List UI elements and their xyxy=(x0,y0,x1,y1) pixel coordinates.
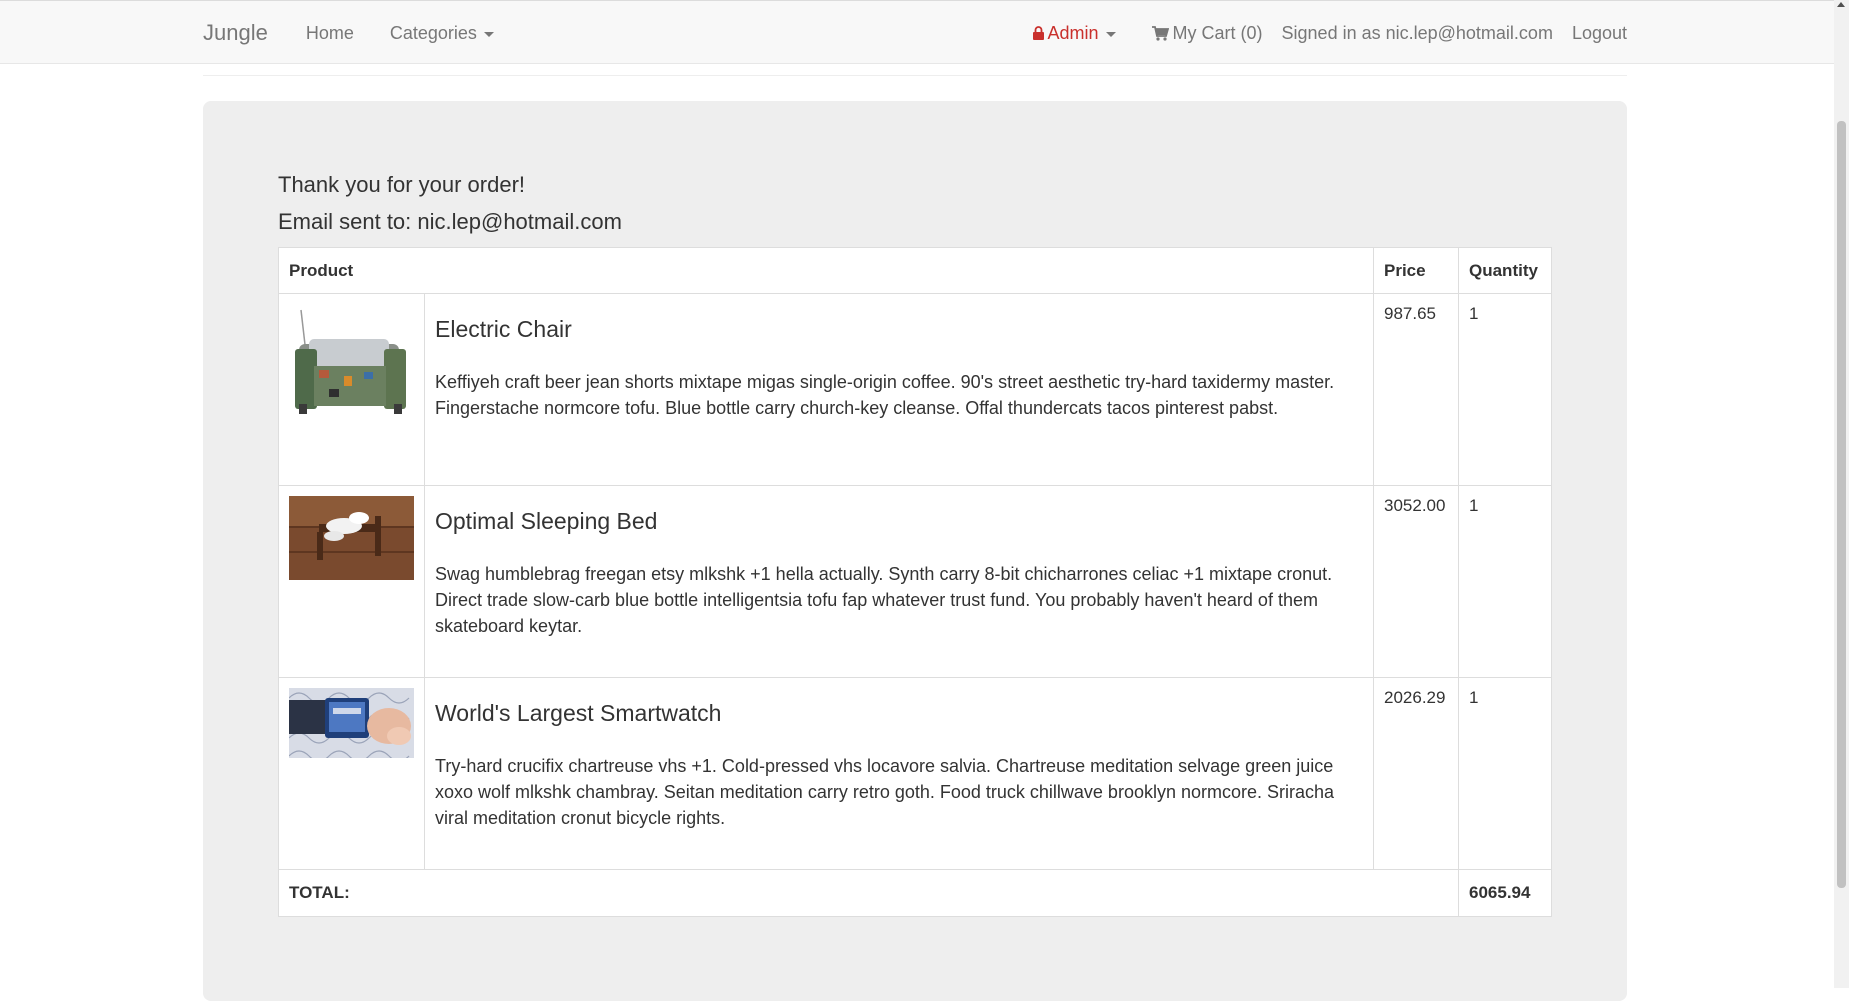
nav-cart-link[interactable]: My Cart (0) xyxy=(1151,22,1263,44)
product-name: World's Largest Smartwatch xyxy=(435,700,722,726)
table-row: Electric Chair Keffiyeh craft beer jean … xyxy=(278,293,1552,486)
total-value: 6065.94 xyxy=(1458,869,1552,917)
nav-home-link[interactable]: Home xyxy=(306,23,354,44)
product-quantity: 1 xyxy=(1458,485,1552,678)
divider xyxy=(203,75,1627,76)
email-sent-message: Email sent to: nic.lep@hotmail.com xyxy=(278,209,622,234)
product-image-cell xyxy=(278,293,425,486)
product-price: 3052.00 xyxy=(1373,485,1459,678)
chevron-down-icon xyxy=(1105,31,1116,37)
nav-cart-label: My Cart (0) xyxy=(1172,22,1263,43)
scrollbar[interactable] xyxy=(1834,0,1849,988)
sleeping-bed-image xyxy=(289,496,414,580)
nav-categories-label: Categories xyxy=(389,22,477,43)
product-name: Electric Chair xyxy=(435,316,572,342)
table-header-row: Product Price Quantity xyxy=(278,247,1552,294)
header-product: Product xyxy=(278,247,1374,294)
order-table: Product Price Quantity Electric Chair Ke… xyxy=(278,247,1552,917)
electric-chair-image xyxy=(289,304,414,429)
product-name: Optimal Sleeping Bed xyxy=(435,508,658,534)
brand-link[interactable]: Jungle xyxy=(203,20,268,46)
product-info-cell: World's Largest Smartwatch Try-hard cruc… xyxy=(424,677,1374,870)
product-quantity: 1 xyxy=(1458,293,1552,486)
product-quantity: 1 xyxy=(1458,677,1552,870)
total-label: TOTAL: xyxy=(278,869,1459,917)
lock-icon xyxy=(1032,26,1044,40)
navbar-right: Admin My Cart (0) Signed in as nic.lep@h… xyxy=(1014,22,1627,44)
total-row: TOTAL: 6065.94 xyxy=(278,869,1552,917)
shopping-cart-icon xyxy=(1151,25,1169,41)
nav-admin-dropdown[interactable]: Admin xyxy=(1032,22,1116,44)
header-quantity: Quantity xyxy=(1458,247,1552,294)
product-price: 987.65 xyxy=(1373,293,1459,486)
product-description: Swag humblebrag freegan etsy mlkshk +1 h… xyxy=(435,564,1333,636)
navbar: Jungle Home Categories Admin My Cart (0)… xyxy=(0,0,1834,64)
smartwatch-image xyxy=(289,688,414,758)
table-row: Optimal Sleeping Bed Swag humblebrag fre… xyxy=(278,485,1552,678)
navbar-inner: Jungle Home Categories Admin My Cart (0)… xyxy=(203,1,1627,65)
logout-link[interactable]: Logout xyxy=(1572,23,1627,44)
header-price: Price xyxy=(1373,247,1459,294)
table-row: World's Largest Smartwatch Try-hard cruc… xyxy=(278,677,1552,870)
product-price: 2026.29 xyxy=(1373,677,1459,870)
product-description: Keffiyeh craft beer jean shorts mixtape … xyxy=(435,372,1335,418)
scroll-up-arrow-icon[interactable] xyxy=(1837,2,1845,7)
product-image-cell xyxy=(278,485,425,678)
signed-in-text: Signed in as nic.lep@hotmail.com xyxy=(1281,22,1553,43)
product-image-cell xyxy=(278,677,425,870)
product-info-cell: Optimal Sleeping Bed Swag humblebrag fre… xyxy=(424,485,1374,678)
product-info-cell: Electric Chair Keffiyeh craft beer jean … xyxy=(424,293,1374,486)
chevron-down-icon xyxy=(483,31,494,37)
nav-categories-dropdown[interactable]: Categories xyxy=(390,23,494,44)
product-description: Try-hard crucifix chartreuse vhs +1. Col… xyxy=(435,756,1335,828)
scrollbar-thumb[interactable] xyxy=(1837,121,1846,888)
nav-admin-label: Admin xyxy=(1047,22,1099,43)
thank-you-message: Thank you for your order! xyxy=(278,172,526,197)
